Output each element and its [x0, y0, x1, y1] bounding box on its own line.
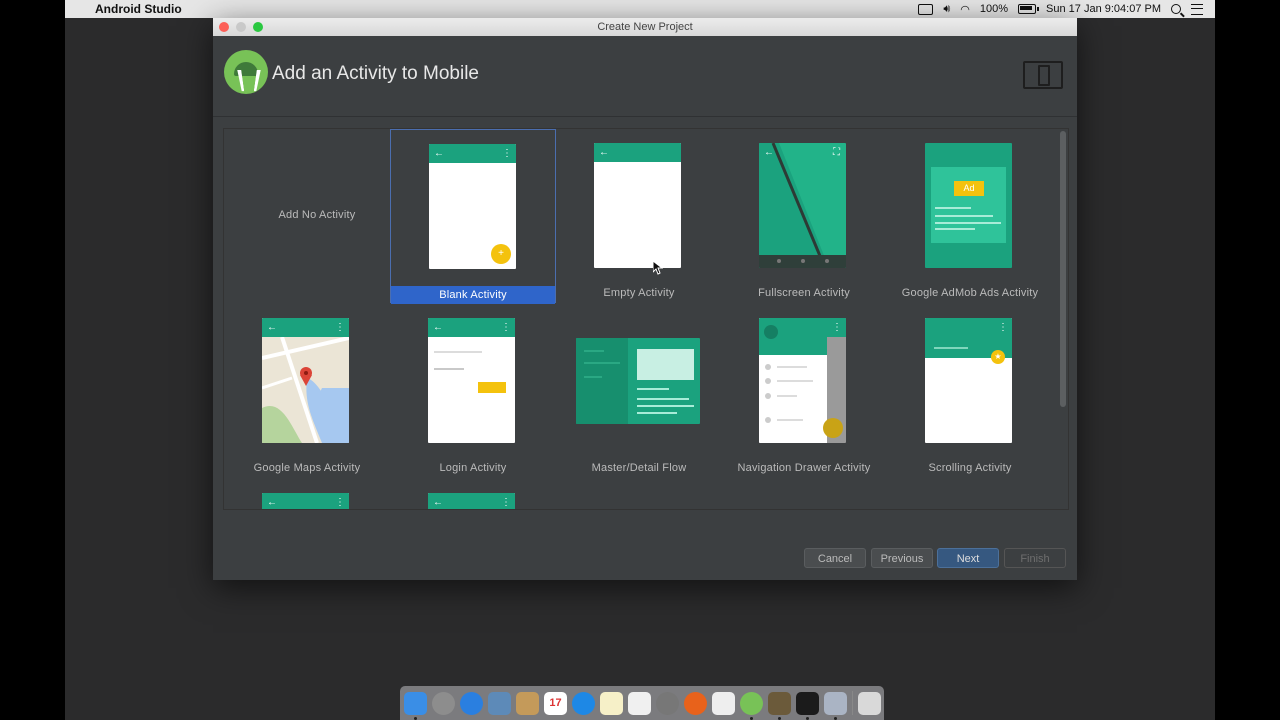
- page-title: Add an Activity to Mobile: [272, 63, 479, 84]
- back-arrow-icon: ←: [599, 147, 609, 158]
- title-bar: Create New Project: [213, 18, 1077, 36]
- back-arrow-icon: ←: [434, 148, 444, 159]
- template-empty-activity[interactable]: ← Empty Activity: [556, 129, 722, 303]
- master-detail-preview: [576, 338, 700, 424]
- template-label: Google Maps Activity: [253, 462, 361, 474]
- empty-activity-preview: ←: [594, 143, 681, 268]
- back-arrow-icon: ←: [267, 322, 277, 333]
- finish-button[interactable]: Finish: [1004, 548, 1066, 568]
- fab-icon: ★: [991, 350, 1005, 364]
- contacts-icon[interactable]: [516, 691, 539, 715]
- reminders-icon[interactable]: [628, 691, 651, 715]
- apps-grid-icon[interactable]: [712, 691, 735, 715]
- activity-template-gallery[interactable]: Add No Activity ← ⋮ + Blank Activity ← Em…: [223, 128, 1069, 510]
- cancel-button[interactable]: Cancel: [804, 548, 866, 568]
- overflow-menu-icon: ⋮: [501, 497, 511, 508]
- previous-button[interactable]: Previous: [871, 548, 933, 568]
- finder-icon[interactable]: [404, 691, 427, 720]
- close-window-button[interactable]: [219, 22, 229, 32]
- scrolling-activity-preview: ⋮ ★: [925, 318, 1012, 443]
- template-label: Login Activity: [439, 462, 507, 474]
- sublime-text-icon[interactable]: [768, 691, 791, 720]
- overflow-menu-icon: ⋮: [998, 322, 1008, 333]
- activity-monitor-icon[interactable]: [796, 691, 819, 720]
- template-label: Google AdMob Ads Activity: [901, 287, 1039, 299]
- dock: 17: [400, 686, 884, 720]
- fullscreen-icon: ⛶: [833, 147, 840, 158]
- navigation-drawer-preview: ⋮: [759, 318, 846, 443]
- overflow-menu-icon: ⋮: [832, 322, 842, 333]
- template-row3-item2[interactable]: ← ⋮: [390, 479, 556, 509]
- blank-activity-preview: ← ⋮ +: [429, 144, 516, 269]
- phone-tablet-form-factor-icon: [1023, 61, 1063, 89]
- zoom-window-button[interactable]: [253, 22, 263, 32]
- template-google-maps-activity[interactable]: ← ⋮ Google Maps Activity: [224, 304, 390, 478]
- battery-percent: 100%: [979, 3, 1009, 15]
- wifi-icon[interactable]: ◠: [960, 3, 970, 16]
- overflow-menu-icon: ⋮: [335, 322, 345, 333]
- create-new-project-window: Create New Project Add an Activity to Mo…: [213, 18, 1077, 580]
- battery-icon[interactable]: [1018, 4, 1040, 14]
- template-row3-item1[interactable]: ← ⋮: [224, 479, 390, 509]
- preview-icon[interactable]: [488, 691, 511, 715]
- gallery-scrollbar[interactable]: [1060, 131, 1066, 407]
- window-title: Create New Project: [597, 21, 693, 33]
- overflow-menu-icon: ⋮: [335, 497, 345, 508]
- back-arrow-icon: ←: [433, 322, 443, 333]
- next-button[interactable]: Next: [937, 548, 999, 568]
- template-admob-activity[interactable]: Ad Google AdMob Ads Activity: [887, 129, 1053, 303]
- calendar-icon[interactable]: 17: [544, 691, 567, 715]
- template-label: Add No Activity: [278, 209, 356, 221]
- template-blank-activity[interactable]: ← ⋮ + Blank Activity: [390, 129, 556, 304]
- header-divider: [213, 116, 1077, 117]
- template-label: Empty Activity: [603, 287, 675, 299]
- template-add-no-activity[interactable]: Add No Activity: [234, 129, 400, 303]
- back-arrow-icon: ←: [764, 147, 774, 158]
- safari-icon[interactable]: [460, 691, 483, 715]
- trash-icon[interactable]: [858, 691, 881, 715]
- template-label: Master/Detail Flow: [591, 462, 687, 474]
- app-store-icon[interactable]: [572, 691, 595, 715]
- clock[interactable]: Sun 17 Jan 9:04:07 PM: [1046, 3, 1161, 15]
- back-arrow-icon: ←: [433, 497, 443, 508]
- template-navigation-drawer-activity[interactable]: ⋮ Navigation Drawer Activity: [721, 304, 887, 478]
- template-fullscreen-activity[interactable]: ← ⛶ Fullscreen Activity: [721, 129, 887, 303]
- login-activity-preview: ← ⋮: [428, 318, 515, 443]
- maps-activity-preview: ← ⋮: [262, 318, 349, 443]
- overflow-menu-icon: ⋮: [501, 322, 511, 333]
- template-label: Navigation Drawer Activity: [737, 462, 871, 474]
- firefox-icon[interactable]: [684, 691, 707, 715]
- notes-icon[interactable]: [600, 691, 623, 715]
- app-menu-name[interactable]: Android Studio: [95, 2, 182, 16]
- fullscreen-activity-preview: ← ⛶: [759, 143, 846, 268]
- volume-icon[interactable]: 🔊︎: [943, 3, 950, 16]
- android-studio-icon[interactable]: [740, 691, 763, 720]
- android-studio-logo-icon: [224, 50, 268, 94]
- mouse-cursor-icon: [653, 261, 663, 275]
- admob-activity-preview: Ad: [925, 143, 1012, 268]
- spotlight-search-icon[interactable]: [1171, 4, 1181, 14]
- desktop: Android Studio 🔊︎ ◠ 100% Sun 17 Jan 9:04…: [65, 0, 1215, 720]
- template-label: Blank Activity: [391, 286, 555, 304]
- photo-app-icon[interactable]: [824, 691, 847, 720]
- fab-icon: +: [491, 244, 511, 264]
- launchpad-icon[interactable]: [432, 691, 455, 715]
- template-master-detail-flow[interactable]: Master/Detail Flow: [556, 304, 722, 478]
- ad-badge: Ad: [954, 181, 984, 196]
- template-scrolling-activity[interactable]: ⋮ ★ Scrolling Activity: [887, 304, 1053, 478]
- screen-record-icon[interactable]: [918, 3, 934, 15]
- minimize-window-button[interactable]: [236, 22, 246, 32]
- template-login-activity[interactable]: ← ⋮ Login Activity: [390, 304, 556, 478]
- template-label: Scrolling Activity: [928, 462, 1012, 474]
- notification-center-icon[interactable]: [1191, 3, 1203, 15]
- template-label: Fullscreen Activity: [758, 287, 850, 299]
- back-arrow-icon: ←: [267, 497, 277, 508]
- system-preferences-icon[interactable]: [656, 691, 679, 715]
- menu-bar: Android Studio 🔊︎ ◠ 100% Sun 17 Jan 9:04…: [65, 0, 1215, 18]
- overflow-menu-icon: ⋮: [502, 148, 512, 159]
